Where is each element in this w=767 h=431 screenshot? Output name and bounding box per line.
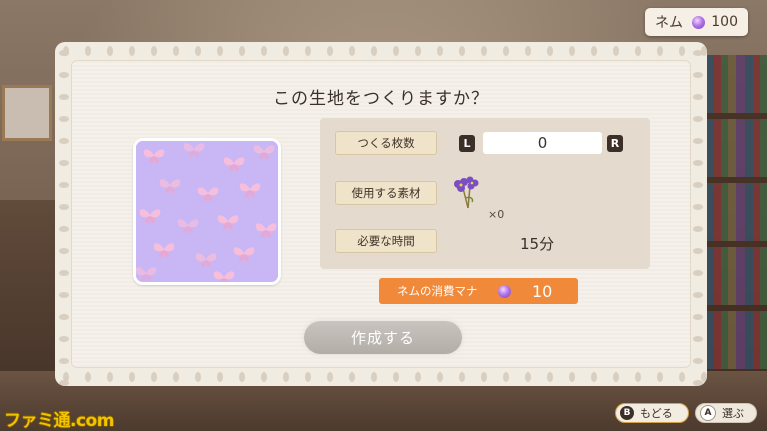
- fabric-preview: [133, 138, 281, 285]
- currency-amount: 100: [711, 14, 738, 30]
- info-panel: つくる枚数 L 0 R 使用する素材 ×0 必要な時間 15分: [320, 118, 650, 269]
- dialog-title: この生地をつくりますか？: [273, 89, 489, 109]
- mana-gem-icon: [692, 15, 706, 29]
- mana-cost-value: 10: [532, 281, 553, 301]
- select-label: 選ぶ: [722, 407, 744, 420]
- r-button-icon[interactable]: R: [607, 135, 623, 152]
- butterfly-pattern-icon: [136, 141, 278, 282]
- a-button-icon: A: [700, 405, 716, 421]
- mana-cost-bar: ネムの消費マナ 10: [379, 278, 578, 304]
- time-label: 必要な時間: [335, 229, 437, 253]
- back-label: もどる: [640, 407, 673, 420]
- currency-name: ネム: [655, 15, 683, 31]
- l-button-icon[interactable]: L: [459, 135, 475, 152]
- mana-cost-label: ネムの消費マナ: [397, 284, 478, 298]
- b-button-icon: B: [620, 406, 634, 420]
- watermark-logo: ファミ通.com: [4, 411, 114, 431]
- material-count: ×0: [488, 208, 505, 221]
- violet-flower-icon: [454, 176, 479, 209]
- time-value: 15分: [520, 235, 555, 253]
- quantity-value[interactable]: 0: [483, 132, 602, 154]
- wall-painting: [2, 85, 52, 141]
- create-fabric-dialog: この生地をつくりますか？ つくる枚数 L 0 R 使用する素材 ×0 必要な時間…: [55, 42, 707, 386]
- bookshelf-right: [697, 55, 767, 395]
- material-label: 使用する素材: [335, 181, 437, 205]
- select-button[interactable]: A 選ぶ: [695, 403, 757, 423]
- create-button[interactable]: 作成する: [304, 321, 462, 354]
- quantity-label: つくる枚数: [335, 131, 437, 155]
- mana-gem-icon: [498, 284, 511, 298]
- currency-badge: ネム 100: [645, 8, 748, 36]
- back-button[interactable]: B もどる: [615, 403, 689, 423]
